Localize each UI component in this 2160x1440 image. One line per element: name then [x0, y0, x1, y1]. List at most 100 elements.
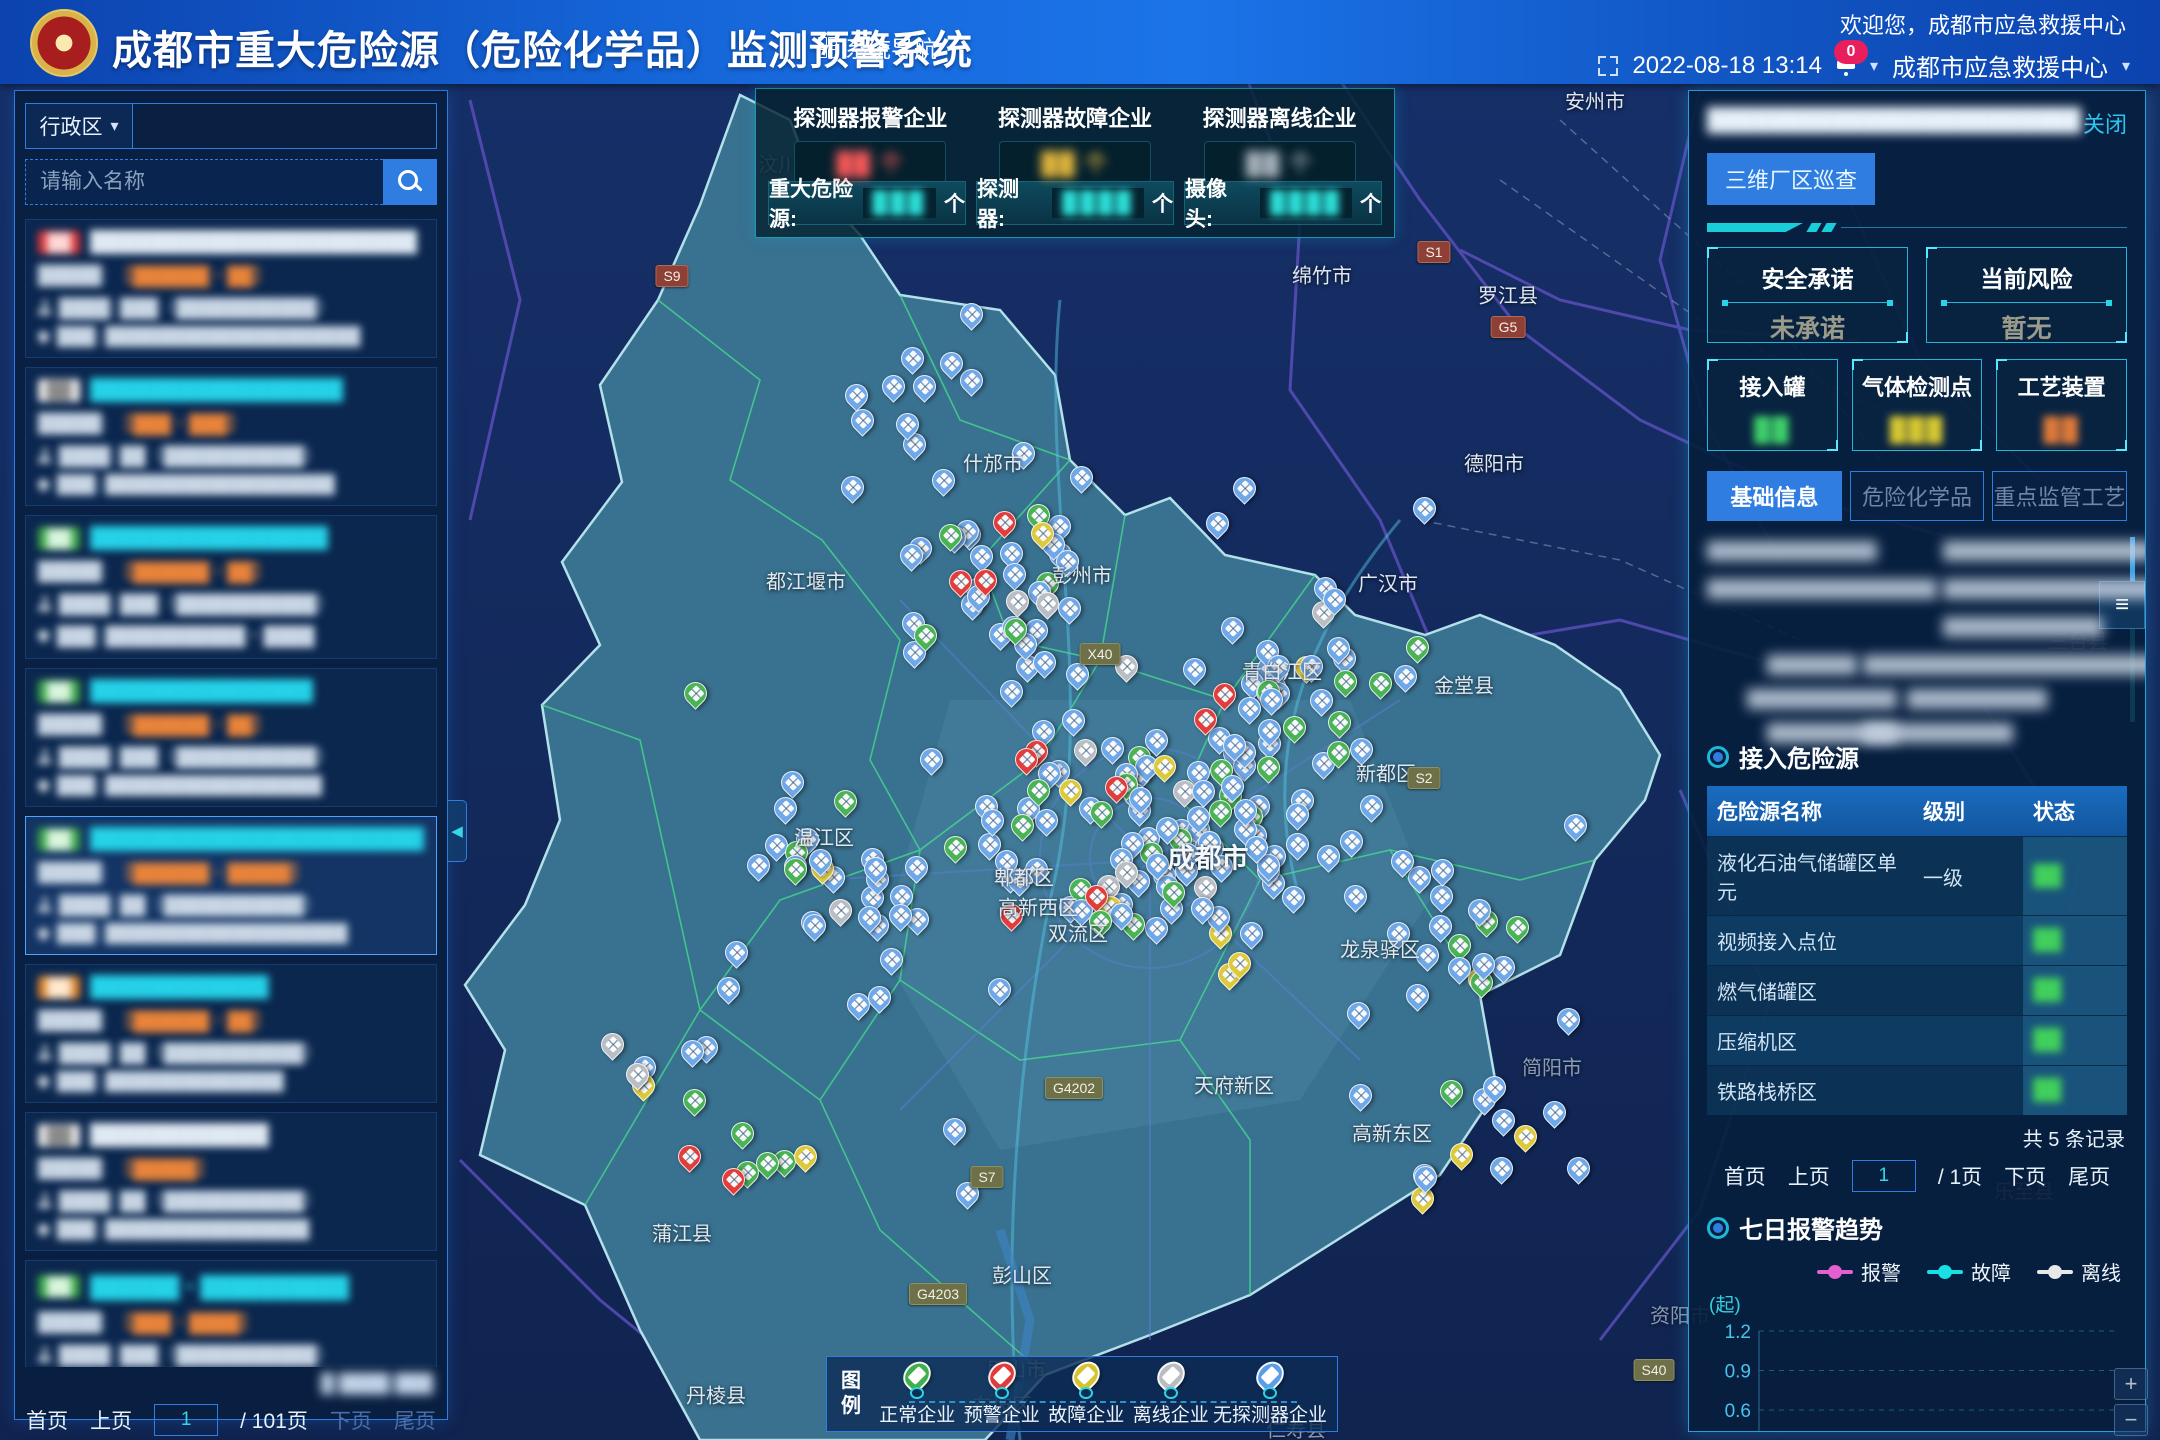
enterprise-list-item[interactable]: █████████████████████████████:【██████・██… [25, 219, 437, 358]
enterprise-list-item[interactable]: ██████████████████████████████:【██████・█… [25, 816, 437, 955]
legend-item[interactable]: 报警 [1817, 1257, 1901, 1286]
legend-item: 正常企业 [875, 1361, 960, 1427]
trend-chart-legend: 报警故障离线 [1713, 1257, 2121, 1286]
enterprise-list-item[interactable]: ██████████████████████:【██████・██】████: … [25, 668, 437, 807]
detail-tab-2[interactable]: 重点监管工艺 [1992, 471, 2127, 521]
enterprise-list-item[interactable]: ████████・███████████████:【███・████】████:… [25, 1260, 437, 1367]
map-city-label: 蒲江县 [652, 1218, 712, 1247]
location-pin-icon [38, 926, 51, 942]
divider-decoration [1707, 223, 2127, 233]
search-input[interactable] [25, 159, 383, 205]
road-number-badge: G5 [1491, 316, 1526, 338]
table-row[interactable]: 视频接入点位██ [1707, 916, 2127, 966]
table-row[interactable]: 铁路栈桥区██ [1707, 1066, 2127, 1116]
table-row[interactable]: 液化石油气储罐区单元一级██ [1707, 837, 2127, 916]
legend-item: 预警企业 [960, 1361, 1045, 1427]
radio-bullet-icon [1707, 746, 1729, 768]
redacted-info-text [1943, 617, 2103, 637]
map-zoom-out-button[interactable]: − [2114, 1404, 2148, 1436]
detail-title: ████████████████████████ [1707, 107, 2067, 133]
close-button[interactable]: 关闭 [2083, 107, 2127, 139]
hazard-record-count: 共 5 条记录 [1709, 1123, 2125, 1152]
stats-columns: 探测器报警企业██ 个探测器故障企业██ 个探测器离线企业██ 个 [768, 97, 1382, 181]
next-page-button[interactable]: 下页 [2004, 1161, 2046, 1191]
map-city-label: 什邡市 [963, 448, 1023, 477]
map-city-label: 彭州市 [1052, 560, 1112, 589]
redacted-info-text [1863, 723, 2013, 743]
patrol-3d-button[interactable]: 三维厂区巡查 [1707, 153, 1875, 205]
district-filter-dropdown[interactable]: 行政区 ▾ [26, 104, 133, 148]
map-city-label: 双流区 [1048, 918, 1108, 947]
enterprise-list-item[interactable]: ████████████████████████:【███・███】████: … [25, 367, 437, 506]
location-pin-icon [38, 627, 51, 643]
total-pages-label: / 1页 [1938, 1161, 1982, 1191]
trend-chart: 00.30.60.91.28-128-138-148-158-168-178-1… [1707, 1317, 2127, 1432]
prev-page-button[interactable]: 上页 [90, 1405, 132, 1435]
road-number-badge: S7 [970, 1166, 1003, 1188]
last-page-button[interactable]: 尾页 [394, 1405, 436, 1435]
person-icon [38, 596, 51, 611]
legend-item: 无探测器企业 [1213, 1361, 1327, 1427]
status-badge: ██ [38, 231, 80, 254]
status-badge: ██ [38, 1275, 80, 1298]
person-icon [38, 1347, 51, 1362]
road-number-badge: G4203 [909, 1283, 967, 1305]
map-zoom-in-button[interactable]: + [2114, 1368, 2148, 1400]
map-city-label: 罗江县 [1478, 280, 1538, 309]
detail-tab-1[interactable]: 危险化学品 [1850, 471, 1985, 521]
next-page-button[interactable]: 下页 [330, 1405, 372, 1435]
system-nav-button[interactable]: 系统导航 [818, 30, 937, 64]
location-pin-icon [38, 778, 51, 794]
chevron-down-icon[interactable]: ▾ [2122, 56, 2130, 76]
prev-page-button[interactable]: 上页 [1788, 1161, 1830, 1191]
detail-panel: ████████████████████████ 关闭 三维厂区巡查 安全承诺未… [1688, 90, 2146, 1432]
map-city-label: 天府新区 [1194, 1070, 1274, 1099]
district-filter-value[interactable] [133, 104, 436, 148]
svg-text:0.9: 0.9 [1725, 1362, 1751, 1383]
first-page-button[interactable]: 首页 [26, 1405, 68, 1435]
datetime-text: 2022-08-18 13:14 [1632, 52, 1822, 80]
enterprise-name: ████████████ [90, 975, 269, 999]
map-city-label: 简阳市 [1522, 1052, 1582, 1081]
total-pages-label: / 101页 [240, 1405, 308, 1435]
map-legend-panel: 图例 正常企业预警企业故障企业离线企业无探测器企业 [826, 1356, 1338, 1432]
stats-column: 探测器离线企业██ 个 [1177, 97, 1382, 181]
sidebar-collapse-button[interactable]: ◀ [448, 800, 467, 862]
enterprise-list-item[interactable]: ███████████████████:【█████】████: ██（████… [25, 1112, 437, 1251]
road-number-badge: X40 [1080, 643, 1121, 665]
fullscreen-icon[interactable] [1598, 56, 1618, 76]
table-row[interactable]: 压缩机区██ [1707, 1016, 2127, 1066]
redacted-info-text [1767, 655, 1857, 675]
legend-item[interactable]: 故障 [1927, 1257, 2011, 1286]
search-button[interactable] [383, 159, 437, 205]
table-row[interactable]: 燃气储罐区██ [1707, 966, 2127, 1016]
enterprise-list: ██ ██ ██ ███████████████████████:【██████・██… [25, 219, 437, 1367]
enterprise-list-item[interactable]: ███████████████████████:【██████・██】████:… [25, 515, 437, 659]
status-badge: ██ [38, 1124, 80, 1147]
redacted-info-text [1943, 541, 2146, 561]
page-number-input[interactable] [154, 1404, 218, 1436]
welcome-text: 欢迎您，成都市应急救援中心 [1840, 8, 2126, 40]
last-page-button[interactable]: 尾页 [2068, 1161, 2110, 1191]
stats-counter: 探测器:████个 [976, 181, 1174, 225]
map-city-label: 龙泉驿区 [1340, 934, 1420, 963]
page-number-input[interactable] [1852, 1160, 1916, 1192]
basic-info-section: ≡ [1707, 537, 2127, 729]
road-number-badge: S2 [1407, 767, 1440, 789]
scrollbar[interactable] [2130, 537, 2135, 722]
location-pin-icon [38, 477, 51, 493]
detail-tabs: 基础信息危险化学品重点监管工艺 [1707, 471, 2127, 521]
notification-badge: 0 [1834, 40, 1868, 64]
stats-panel: 探测器报警企业██ 个探测器故障企业██ 个探测器离线企业██ 个 重大危险源:… [755, 88, 1395, 238]
legend-item[interactable]: 离线 [2037, 1257, 2121, 1286]
road-number-badge: S40 [1634, 1359, 1675, 1381]
notification-bell[interactable]: 0 [1836, 52, 1856, 80]
chevron-down-icon[interactable]: ▾ [1870, 56, 1878, 76]
redacted-info-text [1707, 579, 1937, 599]
first-page-button[interactable]: 首页 [1724, 1161, 1766, 1191]
org-dropdown[interactable]: 成都市应急救援中心 [1892, 48, 2108, 83]
map-city-label: 成都市 [1168, 837, 1249, 876]
hazard-table: 危险源名称级别状态 液化石油气储罐区单元一级██视频接入点位██燃气储罐区██压… [1707, 786, 2127, 1115]
detail-tab-0[interactable]: 基础信息 [1707, 471, 1842, 521]
enterprise-list-item[interactable]: ███████████████████:【██████・██】████: ██（… [25, 964, 437, 1103]
